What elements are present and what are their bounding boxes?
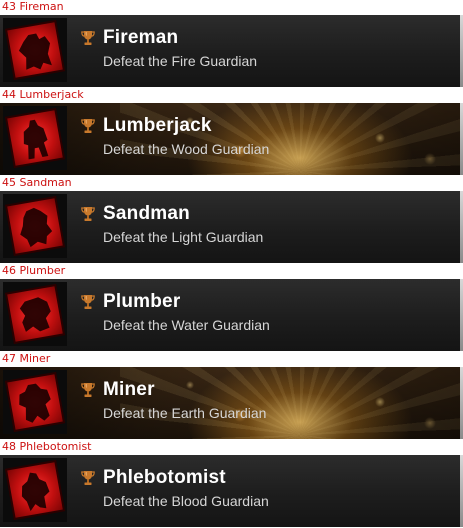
trophy-entry: 48 Phlebotomist Phlebotomist Defeat the …	[0, 440, 463, 528]
trophy-title: Phlebotomist	[103, 467, 226, 488]
earth-guardian-silhouette-icon	[7, 374, 63, 430]
trophy-banner[interactable]: Plumber Defeat the Water Guardian	[0, 279, 463, 351]
trophy-caption: 44 Lumberjack	[2, 88, 84, 101]
trophy-entry: 44 Lumberjack Lumberjack Defeat the Wood…	[0, 88, 463, 176]
trophy-banner[interactable]: Phlebotomist Defeat the Blood Guardian	[0, 455, 463, 527]
trophy-title: Miner	[103, 379, 155, 400]
trophy-description: Defeat the Earth Guardian	[103, 405, 267, 421]
trophy-caption: 43 Fireman	[2, 0, 64, 13]
bronze-trophy-icon	[81, 31, 95, 45]
trophy-description: Defeat the Light Guardian	[103, 229, 264, 245]
bronze-trophy-icon	[81, 383, 95, 397]
trophy-thumbnail	[3, 194, 67, 258]
trophy-caption: 48 Phlebotomist	[2, 440, 92, 453]
bronze-trophy-icon	[81, 207, 95, 221]
bronze-trophy-icon	[81, 119, 95, 133]
trophy-description: Defeat the Water Guardian	[103, 317, 270, 333]
trophy-thumbnail	[3, 458, 67, 522]
blood-guardian-silhouette-icon	[7, 462, 63, 518]
trophy-entry: 46 Plumber Plumber Defeat the Water Guar…	[0, 264, 463, 352]
bronze-trophy-icon	[81, 295, 95, 309]
trophy-thumbnail	[3, 370, 67, 434]
trophy-thumbnail	[3, 106, 67, 170]
fire-guardian-silhouette-icon	[7, 22, 63, 78]
trophy-caption: 47 Miner	[2, 352, 51, 365]
trophy-entry: 47 Miner Miner Defeat the Earth Guardian	[0, 352, 463, 440]
trophy-title: Lumberjack	[103, 115, 212, 136]
trophy-description: Defeat the Blood Guardian	[103, 493, 269, 509]
water-guardian-silhouette-icon	[7, 286, 63, 342]
trophy-thumbnail	[3, 282, 67, 346]
trophy-entry: 45 Sandman Sandman Defeat the Light Guar…	[0, 176, 463, 264]
trophy-description: Defeat the Wood Guardian	[103, 141, 270, 157]
trophy-banner[interactable]: Miner Defeat the Earth Guardian	[0, 367, 463, 439]
trophy-title: Sandman	[103, 203, 190, 224]
trophy-title: Plumber	[103, 291, 181, 312]
trophy-description: Defeat the Fire Guardian	[103, 53, 258, 69]
trophy-caption: 45 Sandman	[2, 176, 72, 189]
wood-guardian-silhouette-icon	[7, 110, 63, 166]
trophy-banner[interactable]: Fireman Defeat the Fire Guardian	[0, 15, 463, 87]
bronze-trophy-icon	[81, 471, 95, 485]
trophy-entry: 43 Fireman Fireman Defeat the Fire Guard…	[0, 0, 463, 88]
trophy-banner[interactable]: Lumberjack Defeat the Wood Guardian	[0, 103, 463, 175]
light-guardian-silhouette-icon	[7, 198, 63, 254]
trophy-banner[interactable]: Sandman Defeat the Light Guardian	[0, 191, 463, 263]
trophy-caption: 46 Plumber	[2, 264, 66, 277]
trophy-thumbnail	[3, 18, 67, 82]
trophy-title: Fireman	[103, 27, 179, 48]
